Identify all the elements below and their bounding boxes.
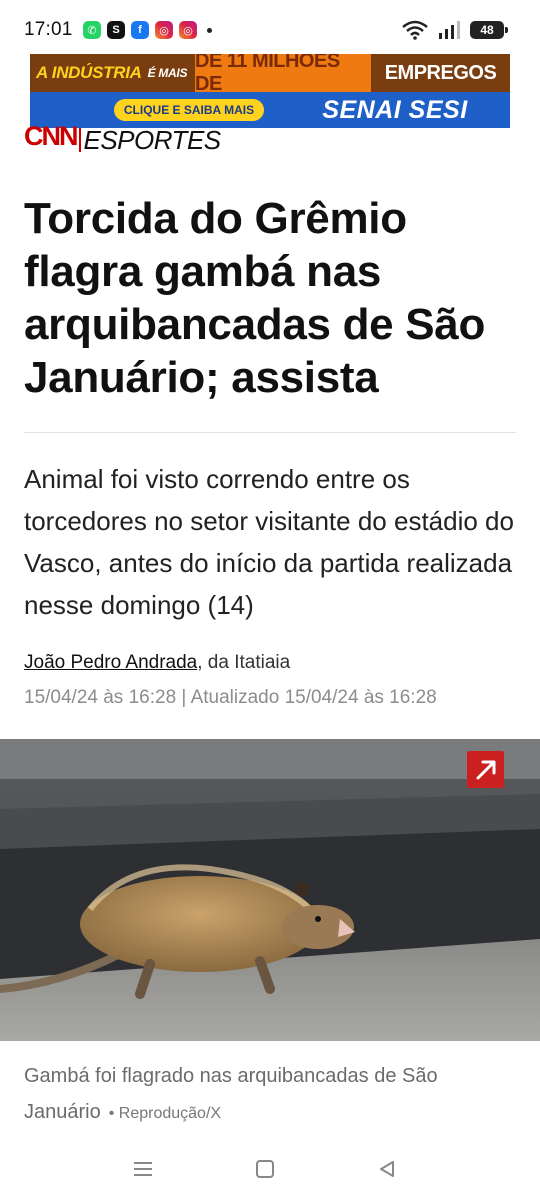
ad-empregos-text: EMPREGOS (371, 54, 510, 92)
article-timestamp: 15/04/24 às 16:28 | Atualizado 15/04/24 … (24, 687, 437, 708)
battery-icon: 48 (470, 21, 508, 39)
opossum-photo (0, 739, 540, 1041)
more-notifications-icon (207, 27, 212, 33)
ad-bottom-row: CLIQUE E SAIBA MAIS SENAI SESI (30, 92, 510, 128)
article-subheadline: Animal foi visto correndo entre os torce… (24, 464, 514, 620)
facebook-icon: f (131, 21, 149, 39)
notification-icons: ✆ S f ◎ ◎ (83, 21, 212, 39)
ad-industria: A INDÚSTRIA É MAIS (30, 54, 195, 92)
system-icons: 48 (402, 20, 508, 40)
square-icon (256, 1160, 274, 1178)
signal-icon (439, 21, 460, 39)
ad-small-text: É MAIS (147, 66, 188, 80)
image-credit: • Reprodução/X (108, 1105, 222, 1122)
cnn-mark: CNN (24, 124, 78, 151)
section-name: ESPORTES (78, 127, 221, 152)
ad-milhoes-text: DE 11 MILHÕES DE (195, 54, 371, 95)
skype-icon: S (107, 21, 125, 39)
ad-industria-text: A INDÚSTRIA (36, 63, 142, 82)
recent-apps-button[interactable] (128, 1154, 158, 1184)
ad-banner[interactable]: A INDÚSTRIA É MAIS DE 11 MILHÕES DE EMPR… (30, 54, 510, 128)
ad-brand-logo: SENAI SESI (322, 95, 468, 124)
back-button[interactable] (372, 1154, 402, 1184)
ad-cta-button[interactable]: CLIQUE E SAIBA MAIS (114, 99, 264, 121)
author-link[interactable]: João Pedro Andrada (24, 652, 197, 673)
instagram-icon: ◎ (155, 21, 173, 39)
caption-text: Gambá foi flagrado nas arquibancadas de … (24, 1065, 438, 1123)
divider (24, 432, 516, 433)
system-nav-bar (0, 1140, 540, 1200)
cnn-esportes-logo[interactable]: CNN ESPORTES (24, 124, 221, 152)
article-image[interactable] (0, 739, 540, 1041)
arrow-up-right-icon (476, 760, 495, 779)
author-suffix: , da Itatiaia (197, 652, 291, 673)
status-bar: 17:01 ✆ S f ◎ ◎ 48 (0, 0, 540, 56)
whatsapp-icon: ✆ (83, 21, 101, 39)
instagram-icon: ◎ (179, 21, 197, 39)
status-time: 17:01 (24, 19, 73, 40)
article-headline: Torcida do Grêmio flagra gambá nas arqui… (24, 194, 486, 402)
wifi-icon (402, 20, 428, 40)
menu-icon (134, 1162, 152, 1176)
back-triangle-icon (380, 1161, 394, 1177)
byline: João Pedro Andrada, da Itatiaia (24, 652, 290, 674)
expand-image-button[interactable] (467, 751, 504, 788)
image-caption: Gambá foi flagrado nas arquibancadas de … (24, 1058, 514, 1132)
home-button[interactable] (250, 1154, 280, 1184)
